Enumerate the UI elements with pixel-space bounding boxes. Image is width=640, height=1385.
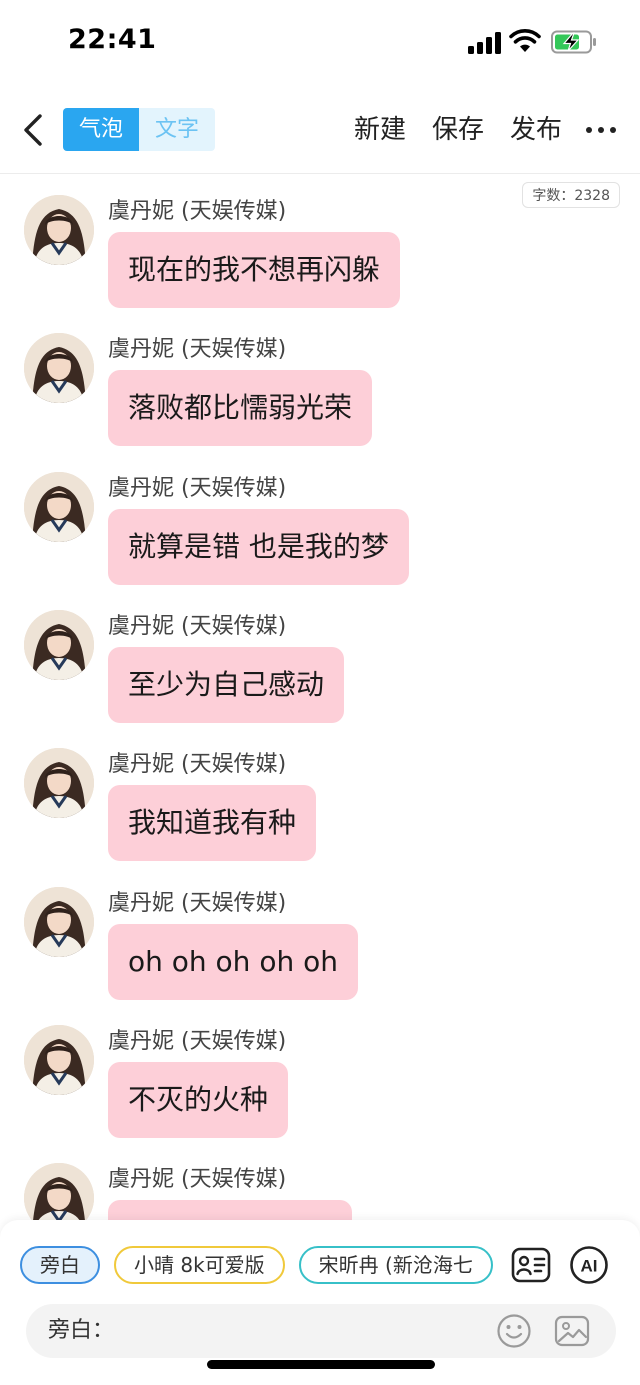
chat-area[interactable]: 字数：2328 虞丹妮 (天娱传媒) 现在的我不想再闪躲 虞丹妮 (天娱传媒) 落败都… [0,175,640,1220]
message-input[interactable] [116,1312,486,1350]
avatar[interactable] [24,195,94,265]
nav-actions: 新建 保存 发布 [328,110,616,150]
avatar[interactable] [24,609,94,680]
message-bubble[interactable] [108,1200,352,1220]
role-chip-songxinran[interactable]: 宋昕冉 (新沧海七 [298,1246,493,1284]
input-bar: 旁白： [26,1304,616,1358]
nav-bar: 气泡 文字 新建 保存 发布 [0,88,640,174]
message-item: 虞丹妮 (天娱传媒) 就算是错 也是我的梦 [0,458,640,596]
input-role-label: 旁白： [48,1318,115,1343]
sender-name: 虞丹妮 (天娱传媒) [108,1028,287,1054]
ai-label: AI [581,1257,598,1276]
role-chip-xiaoqing[interactable]: 小晴 8k可爱版 [114,1246,285,1284]
sender-name: 虞丹妮 (天娱传媒) [108,475,287,501]
new-button[interactable]: 新建 [354,110,406,150]
avatar[interactable] [24,471,94,542]
avatar[interactable] [24,886,94,957]
message-bubble[interactable]: 不灭的火种 [108,1061,289,1138]
sender-name: 虞丹妮 (天娱传媒) [108,613,287,639]
chevron-left-icon[interactable] [14,108,54,152]
contact-card-icon[interactable] [511,1245,551,1285]
home-indicator [207,1360,435,1369]
message-item: 虞丹妮 (天娱传媒) [0,1149,640,1220]
mode-toggle: 气泡 文字 [63,108,215,151]
avatar[interactable] [24,333,94,404]
sender-name: 虞丹妮 (天娱传媒) [108,752,287,778]
message-item: 虞丹妮 (天娱传媒) 我知道我有种 [0,734,640,872]
sender-name: 虞丹妮 (天娱传媒) [108,890,287,916]
message-bubble[interactable]: 落败都比懦弱光荣 [108,370,373,447]
ai-button[interactable]: AI [569,1245,609,1285]
message-item: 虞丹妮 (天娱传媒) 至少为自己感动 [0,596,640,734]
sender-name: 虞丹妮 (天娱传媒) [108,199,287,224]
status-bar: 22:41 [0,0,640,88]
avatar[interactable] [24,748,94,819]
battery-charging-icon [551,30,596,54]
status-time: 22:41 [68,24,157,55]
cellular-signal-icon [468,32,502,54]
more-horizontal-icon[interactable] [586,110,616,150]
emoji-icon[interactable] [496,1313,532,1349]
message-bubble[interactable]: 现在的我不想再闪躲 [108,232,401,308]
message-bubble[interactable]: 我知道我有种 [108,785,317,862]
role-chip-narrator[interactable]: 旁白 [20,1246,100,1284]
save-button[interactable]: 保存 [432,110,484,150]
tab-bubble[interactable]: 气泡 [63,108,139,151]
avatar[interactable] [24,1024,94,1095]
sender-name: 虞丹妮 (天娱传媒) [108,337,287,363]
sender-name: 虞丹妮 (天娱传媒) [108,1167,287,1193]
message-bubble[interactable]: oh oh oh oh oh [108,923,358,1000]
tab-text[interactable]: 文字 [139,108,215,151]
message-bubble[interactable]: 至少为自己感动 [108,646,345,723]
word-count-badge: 字数：2328 [522,182,620,208]
message-item: 虞丹妮 (天娱传媒) 落败都比懦弱光荣 [0,319,640,457]
wifi-icon [509,29,541,52]
publish-button[interactable]: 发布 [510,110,562,150]
message-item: 虞丹妮 (天娱传媒) oh oh oh oh oh [0,873,640,1011]
image-icon[interactable] [554,1313,590,1349]
avatar[interactable] [24,1163,94,1220]
message-bubble[interactable]: 就算是错 也是我的梦 [108,508,409,585]
role-selector[interactable]: 旁白 小晴 8k可爱版 宋昕冉 (新沧海七 [20,1246,500,1286]
message-item: 虞丹妮 (天娱传媒) 不灭的火种 [0,1011,640,1149]
